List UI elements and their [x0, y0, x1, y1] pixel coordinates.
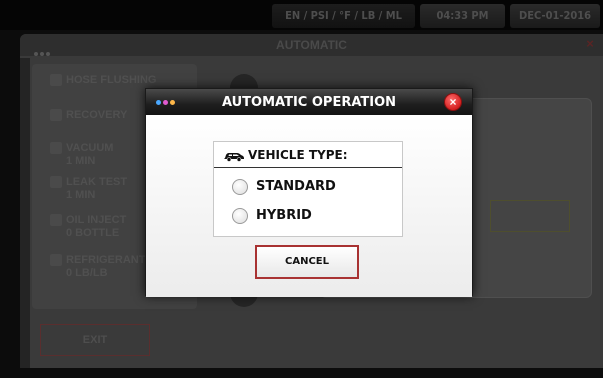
standard-label[interactable]: STANDARD [256, 179, 336, 194]
list-item-label: RECOVERY [66, 109, 128, 121]
list-item-label: LEAK TEST [66, 176, 128, 188]
hybrid-radio[interactable] [232, 208, 248, 224]
dialog-title: AUTOMATIC OPERATION [221, 95, 397, 110]
automatic-window-title: AUTOMATIC [276, 38, 347, 52]
list-item-sub: 1 MIN [66, 189, 96, 201]
list-item-label: REFRIGERANT [66, 254, 146, 266]
hybrid-label[interactable]: HYBRID [256, 208, 312, 223]
status-bar: EN / PSI / °F / LB / ML 04:33 PM DEC-01-… [0, 0, 603, 30]
vehicle-type-label: VEHICLE TYPE: [248, 148, 348, 162]
standard-option[interactable]: STANDARD [232, 177, 392, 199]
list-item-label: OIL INJECT [66, 214, 127, 226]
close-icon[interactable]: × [583, 37, 597, 51]
cancel-button[interactable]: CANCEL [255, 245, 359, 279]
dialog-titlebar: AUTOMATIC OPERATION × [146, 89, 472, 115]
start-button[interactable] [490, 200, 570, 232]
automatic-window-titlebar: AUTOMATIC × [20, 34, 603, 56]
list-item-sub: 1 MIN [66, 155, 96, 167]
vehicle-type-group: VEHICLE TYPE: STANDARD HYBRID [213, 141, 403, 237]
vacuum-icon [50, 142, 62, 155]
vehicle-type-header: VEHICLE TYPE: [214, 142, 402, 168]
hose-icon [50, 74, 62, 87]
list-item-label: HOSE FLUSHING [66, 74, 157, 86]
side-scrollbar[interactable] [20, 58, 30, 368]
units-indicator[interactable]: EN / PSI / °F / LB / ML [272, 4, 415, 28]
car-icon [224, 153, 244, 162]
oil-icon [50, 214, 62, 227]
list-item-label: VACUUM [66, 142, 114, 154]
hybrid-option[interactable]: HYBRID [232, 206, 392, 228]
clock-date: DEC-01-2016 [510, 4, 600, 28]
list-item-sub: 0 BOTTLE [66, 227, 120, 239]
leak-test-icon [50, 176, 62, 189]
refrigerant-icon [50, 254, 62, 267]
clock-time: 04:33 PM [420, 4, 505, 28]
exit-button[interactable]: EXIT [40, 324, 150, 356]
standard-radio[interactable] [232, 179, 248, 195]
list-item-sub: 0 LB/LB [66, 267, 108, 279]
automatic-operation-dialog: AUTOMATIC OPERATION × VEHICLE TYPE: STAN… [145, 88, 473, 297]
dialog-body: VEHICLE TYPE: STANDARD HYBRID CANCEL [146, 115, 472, 297]
recovery-icon [50, 109, 62, 122]
close-icon[interactable]: × [444, 93, 462, 111]
